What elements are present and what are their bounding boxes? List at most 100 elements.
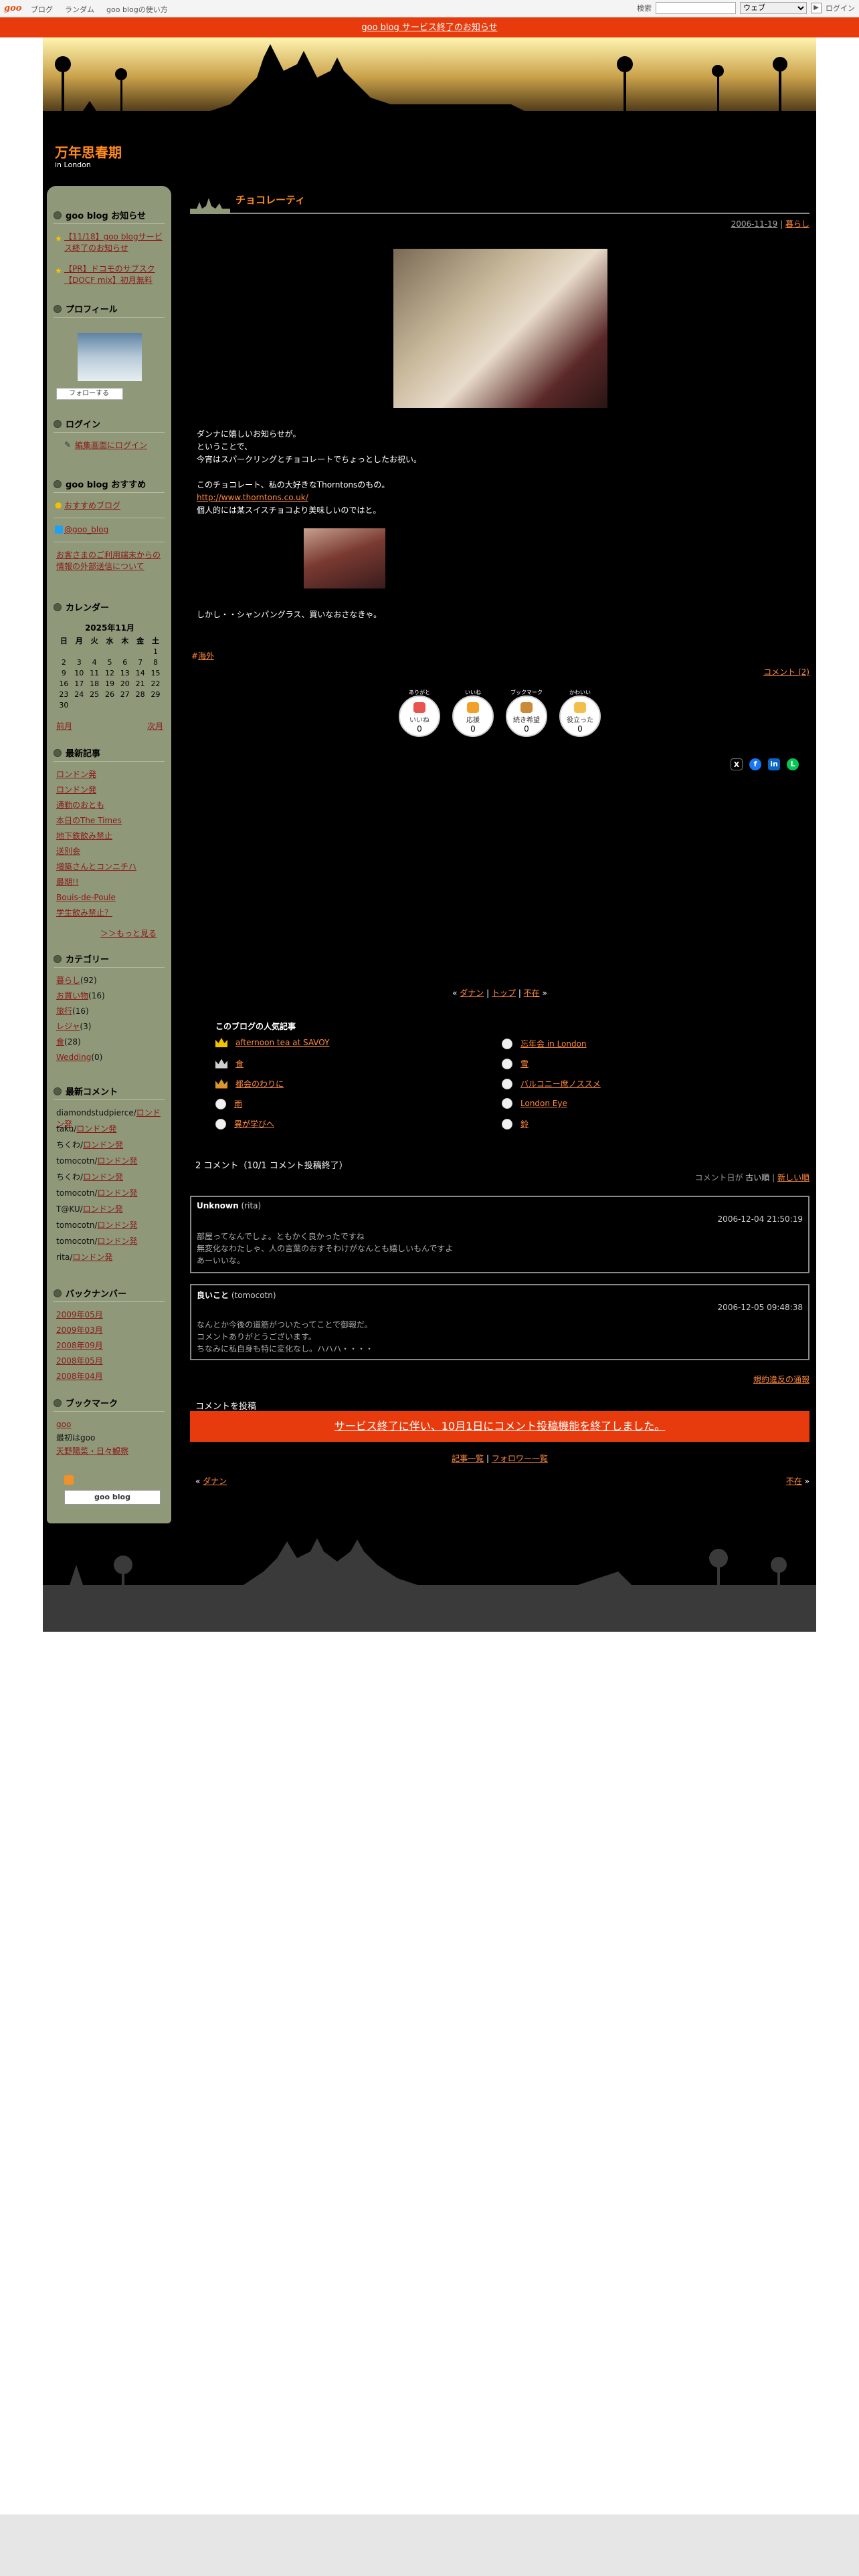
blog-title[interactable]: 万年思春期 <box>55 142 122 161</box>
backnumber-link[interactable]: 2008年05月 <box>56 1356 103 1367</box>
login-link[interactable]: ログイン <box>826 3 855 13</box>
recent-comment-link[interactable]: ロンドン発 <box>97 1156 137 1166</box>
category-link[interactable]: Wedding <box>56 1053 91 1062</box>
popular-link[interactable]: 異が学びへ <box>234 1118 274 1130</box>
comment-closed-link[interactable]: サービス終了に伴い、10月1日にコメント投稿機能を終了しました。 <box>335 1420 666 1432</box>
more-link[interactable]: ＞＞もっと見る <box>100 928 157 940</box>
popular-link[interactable]: 雪 <box>520 1058 529 1069</box>
popular-item: 食 <box>215 1058 244 1069</box>
recent-comment-link[interactable]: ロンドン発 <box>83 1172 123 1182</box>
recent-comment-link[interactable]: ロンドン発 <box>72 1253 112 1262</box>
entry-photo-chocolate[interactable] <box>304 528 385 588</box>
backnumber-link[interactable]: 2008年04月 <box>56 1371 103 1382</box>
search-scope-select[interactable]: ウェブ <box>740 2 807 14</box>
category-link[interactable]: 暮らし <box>56 976 80 985</box>
notice-link-2[interactable]: 【PR】ドコモのサブスク【DOCF mix】初月無料 <box>64 263 165 286</box>
reaction-button[interactable]: 応援 0 <box>452 695 494 737</box>
reaction-button[interactable]: いいね 0 <box>399 695 440 737</box>
entry-photo-champagne[interactable] <box>393 249 607 408</box>
popular-link[interactable]: 都会のわりに <box>235 1078 284 1089</box>
follow-button[interactable]: フォローする <box>56 388 123 400</box>
follower-list-link[interactable]: フォロワー一覧 <box>492 1454 548 1463</box>
recent-comment-link[interactable]: ロンドン発 <box>83 1140 123 1150</box>
pager-top[interactable]: トップ <box>492 988 516 998</box>
x-account-link[interactable]: @goo_blog <box>64 524 108 536</box>
popular-link[interactable]: バルコニー席ノススメ <box>520 1078 601 1089</box>
reaction-button[interactable]: 続き希望 0 <box>506 695 547 737</box>
entry-date-link[interactable]: 2006-11-19 <box>731 219 778 229</box>
bottom-next-link[interactable]: 不在 <box>786 1477 802 1486</box>
popular-link[interactable]: 雨 <box>234 1098 242 1109</box>
service-end-notice-link[interactable]: goo blog サービス終了のお知らせ <box>361 23 497 33</box>
popular-item: 鈴 <box>502 1118 529 1130</box>
entry-category-link[interactable]: 暮らし <box>785 219 809 229</box>
backnumber-link[interactable]: 2008年09月 <box>56 1340 103 1352</box>
popular-link[interactable]: London Eye <box>520 1099 567 1108</box>
editor-login-link[interactable]: 編集画面にログイン <box>75 440 147 451</box>
recent-comment-link[interactable]: ロンドン発 <box>83 1204 123 1214</box>
category-link[interactable]: お買い物 <box>56 991 88 1000</box>
sort-old[interactable]: 古い順 <box>745 1173 769 1182</box>
bottom-prev-link[interactable]: ダナン <box>203 1477 227 1486</box>
recent-article-link[interactable]: 最期!! <box>56 877 79 888</box>
share-linkedin-icon[interactable]: in <box>768 758 780 770</box>
bookmark-link[interactable]: 天野陽菜・日々観察 <box>56 1446 128 1457</box>
popular-link[interactable]: 鈴 <box>520 1118 529 1130</box>
nav-blog[interactable]: ブログ <box>31 4 53 15</box>
entry-title[interactable]: チョコレーティ <box>235 193 305 207</box>
share-facebook-icon[interactable]: f <box>749 758 761 770</box>
comment-text: なんとか今後の道筋がついたってことで御報だ。 コメントありがとうございます。 ち… <box>197 1320 374 1354</box>
category-link[interactable]: 旅行 <box>56 1006 72 1016</box>
search-input[interactable] <box>656 2 736 14</box>
thorntons-link[interactable]: http://www.thorntons.co.uk/ <box>197 493 308 502</box>
popular-link[interactable]: 食 <box>235 1058 244 1069</box>
nav-random[interactable]: ランダム <box>65 4 94 15</box>
recent-article-link[interactable]: ロンドン発 <box>56 769 96 780</box>
article-list-link[interactable]: 記事一覧 <box>452 1454 484 1463</box>
report-link[interactable]: 規約違反の通報 <box>753 1375 809 1384</box>
nav-howto[interactable]: goo blogの使い方 <box>106 4 168 15</box>
goo-blog-badge[interactable]: goo blog <box>64 1490 161 1505</box>
popular-link[interactable]: afternoon tea at SAVOY <box>235 1038 329 1047</box>
calendar-next-link[interactable]: 次月 <box>147 721 163 732</box>
sort-new[interactable]: 新しい順 <box>777 1173 809 1182</box>
recent-article-link[interactable]: 本日のThe Times <box>56 815 122 827</box>
calendar-day <box>148 700 163 710</box>
calendar-prev-link[interactable]: 前月 <box>56 721 72 732</box>
bookmark-link[interactable]: goo <box>56 1419 71 1430</box>
sidebar-heading-profile: プロフィール <box>54 302 118 315</box>
recent-comment-link[interactable]: ロンドン発 <box>97 1237 137 1246</box>
pager-next[interactable]: 不在 <box>524 988 540 998</box>
pager-prev[interactable]: ダナン <box>460 988 484 998</box>
recent-comment-link[interactable]: ロンドン発 <box>76 1124 116 1134</box>
bullet-icon <box>54 1289 62 1297</box>
rss-icon[interactable] <box>64 1475 74 1485</box>
recent-comment-link[interactable]: ロンドン発 <box>97 1188 137 1198</box>
bookmark-link[interactable]: 最初はgoo <box>56 1432 95 1444</box>
recent-article-link[interactable]: 増築さんとコンニチハ <box>56 861 136 873</box>
recent-article-link[interactable]: 学生飲み禁止？ <box>56 907 112 919</box>
backnumber-link[interactable]: 2009年05月 <box>56 1309 103 1321</box>
comment-count-link[interactable]: コメント (2) <box>763 667 809 677</box>
category-link[interactable]: レジャ <box>56 1022 80 1031</box>
reaction-button[interactable]: 役立った 0 <box>559 695 601 737</box>
recent-article-link[interactable]: 通勤のおとも <box>56 800 104 811</box>
recommend-blog-link[interactable]: おすすめブログ <box>64 500 120 512</box>
goo-logo[interactable]: goo <box>4 3 21 13</box>
rank-circle-icon <box>502 1098 512 1109</box>
privacy-link[interactable]: お客さまのご利用端末からの情報の外部送信について <box>56 550 163 572</box>
recent-article-link[interactable]: Bouis-de-Poule <box>56 892 116 903</box>
backnumber-link[interactable]: 2009年03月 <box>56 1325 103 1336</box>
profile-image[interactable] <box>78 333 142 381</box>
category-link[interactable]: 食 <box>56 1037 64 1047</box>
tag-link[interactable]: 海外 <box>198 651 214 661</box>
popular-link[interactable]: 忘年会 in London <box>520 1038 587 1049</box>
recent-article-link[interactable]: 送別会 <box>56 846 80 857</box>
notice-link-1[interactable]: 【11/18】goo blogサービス終了のお知らせ <box>64 231 165 254</box>
recent-article-link[interactable]: ロンドン発 <box>56 784 96 796</box>
recent-article-link[interactable]: 地下鉄飲み禁止 <box>56 831 112 842</box>
search-button[interactable]: ▶ <box>811 3 822 13</box>
share-line-icon[interactable]: L <box>787 758 799 770</box>
recent-comment-link[interactable]: ロンドン発 <box>97 1220 137 1230</box>
share-x-icon[interactable]: X <box>731 758 743 770</box>
